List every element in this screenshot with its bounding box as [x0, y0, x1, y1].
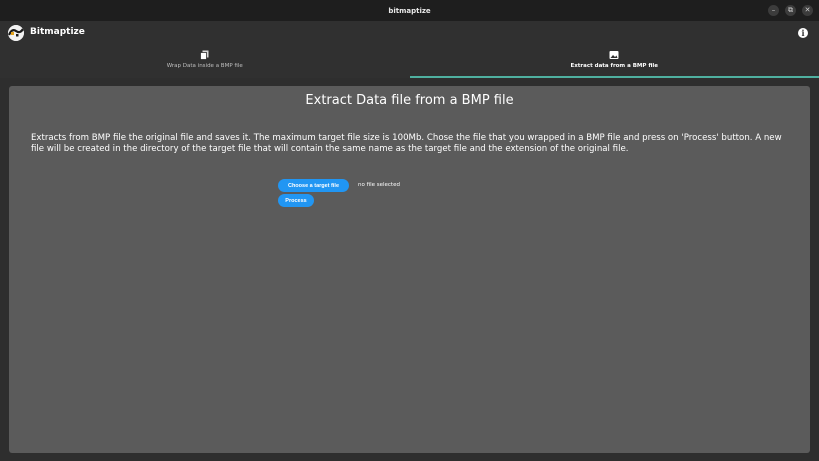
- extract-panel: Extract Data file from a BMP file Extrac…: [9, 86, 810, 453]
- minimize-icon[interactable]: –: [768, 5, 779, 16]
- app-header: Bitmaptize i: [0, 21, 819, 46]
- app-window: bitmaptize – ⧉ ✕ Bitmaptize i Wrap Data …: [0, 0, 819, 461]
- page-title: Extract Data file from a BMP file: [305, 93, 514, 108]
- image-icon: [609, 51, 619, 59]
- app-name: Bitmaptize: [30, 27, 85, 37]
- copy-file-icon: [200, 50, 209, 60]
- info-icon[interactable]: i: [798, 28, 808, 38]
- title-bar[interactable]: bitmaptize – ⧉ ✕: [0, 0, 819, 21]
- tab-extract-data[interactable]: Extract data from a BMP file: [409, 46, 819, 78]
- tab-wrap-data[interactable]: Wrap Data inside a BMP file: [0, 46, 410, 78]
- window-title: bitmaptize: [388, 6, 431, 15]
- tab-bar: Wrap Data inside a BMP file Extract data…: [0, 46, 819, 78]
- close-icon[interactable]: ✕: [802, 5, 813, 16]
- description-text: Extracts from BMP file the original file…: [31, 133, 782, 154]
- tab-wrap-data-label: Wrap Data inside a BMP file: [166, 63, 243, 69]
- window-controls: – ⧉ ✕: [768, 5, 813, 16]
- choose-target-file-button[interactable]: Choose a target file: [278, 179, 349, 192]
- file-status-label: no file selected: [358, 182, 400, 188]
- restore-icon[interactable]: ⧉: [785, 5, 796, 16]
- tab-extract-data-label: Extract data from a BMP file: [570, 63, 659, 69]
- app-logo-icon: [8, 25, 24, 41]
- process-button[interactable]: Process: [278, 194, 314, 207]
